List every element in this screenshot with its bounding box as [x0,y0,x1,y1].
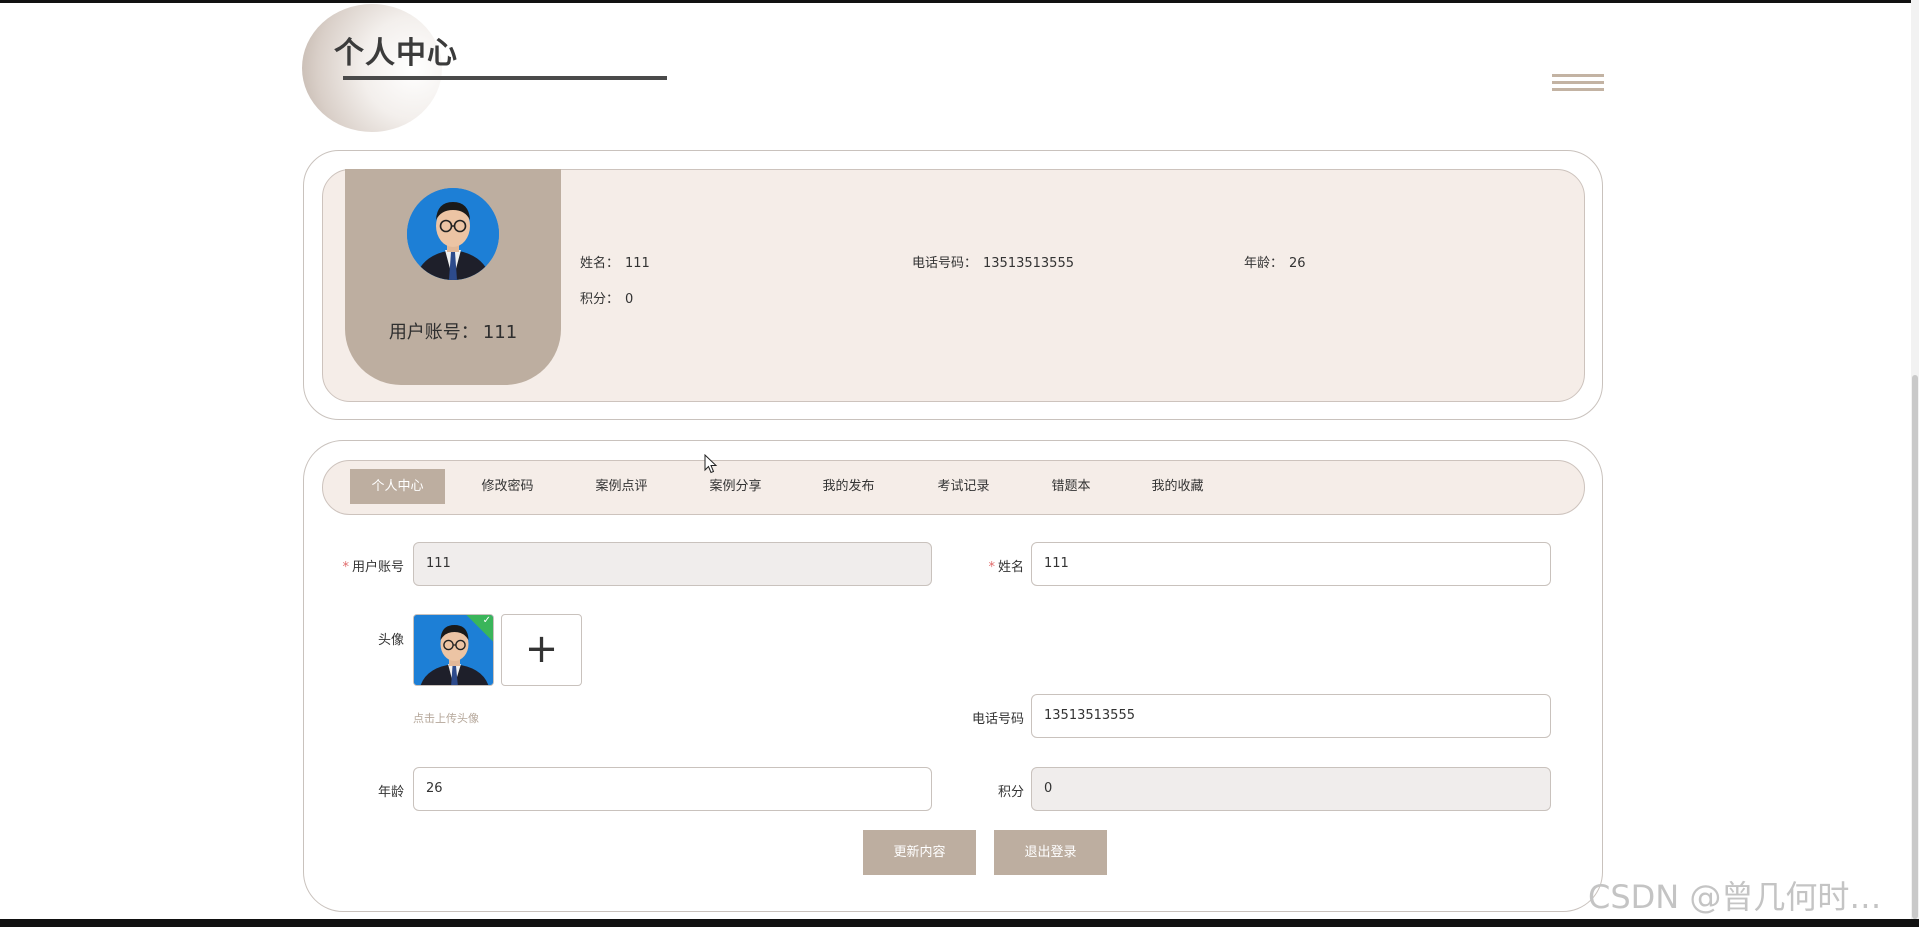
tab-personal-center[interactable]: 个人中心 [350,469,445,504]
name-field-label: * 姓名 [988,560,1024,575]
avatar [407,188,499,280]
age-input[interactable]: 26 [413,767,932,811]
avatar-field-label: 头像 [377,633,404,648]
account-input[interactable]: 111 [413,542,932,586]
info-phone: 电话号码： 13513513555 [912,256,1074,271]
add-avatar-button[interactable]: + [501,614,582,686]
points-field-label: 积分 [997,785,1024,800]
upload-avatar-hint: 点击上传头像 [413,712,479,725]
tab-wrong-questions[interactable]: 错题本 [1040,469,1102,504]
tab-exam-records[interactable]: 考试记录 [926,469,1001,504]
logout-button[interactable]: 退出登录 [994,830,1107,875]
scrollbar-thumb[interactable] [1912,375,1918,919]
check-icon: ✓ [482,615,491,626]
tab-case-share[interactable]: 案例分享 [698,469,773,504]
tab-change-password[interactable]: 修改密码 [470,469,545,504]
window-top-border [0,0,1919,3]
tab-my-posts[interactable]: 我的发布 [811,469,886,504]
page-title: 个人中心 [334,36,458,71]
mouse-cursor-icon [704,454,718,474]
info-points: 积分： 0 [580,292,634,307]
points-input[interactable]: 0 [1031,767,1551,811]
plus-icon: + [524,626,559,672]
info-name: 姓名： 111 [580,256,650,271]
account-field-label: * 用户账号 [342,560,404,575]
name-input[interactable]: 111 [1031,542,1551,586]
window-bottom-border [0,919,1919,927]
title-underline [343,76,667,80]
age-field-label: 年龄 [377,785,404,800]
hamburger-menu-icon[interactable] [1552,74,1604,94]
phone-field-label: 电话号码 [971,712,1024,727]
profile-account-label: 用户账号： 111 [388,322,518,343]
tab-case-review[interactable]: 案例点评 [584,469,659,504]
phone-input[interactable]: 13513513555 [1031,694,1551,738]
uploaded-avatar-thumbnail[interactable]: ✓ [413,614,494,686]
update-button[interactable]: 更新内容 [863,830,976,875]
tab-my-favorites[interactable]: 我的收藏 [1140,469,1215,504]
info-age: 年龄： 26 [1244,256,1306,271]
watermark: CSDN @曾几何时… [1588,878,1882,916]
